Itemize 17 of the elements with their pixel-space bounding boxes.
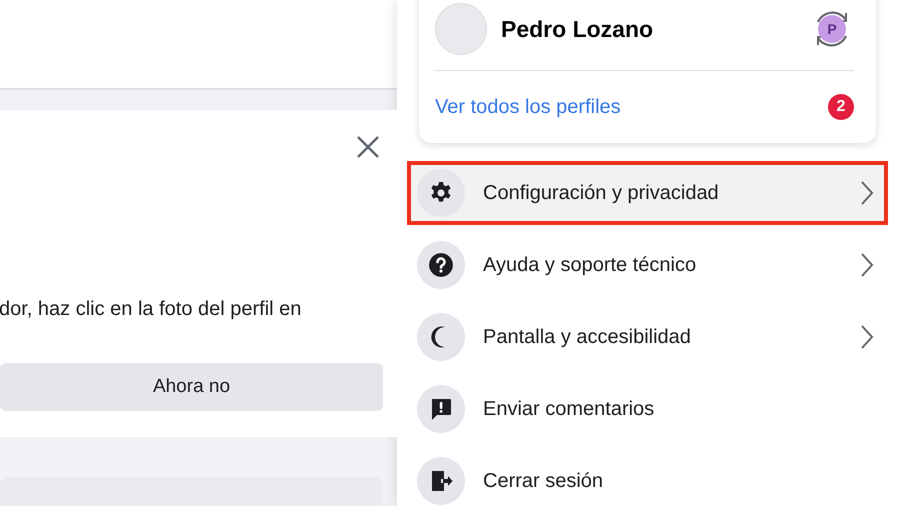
feedback-icon — [417, 385, 465, 433]
menu-item[interactable]: Enviar comentarios — [411, 381, 884, 437]
avatar-thumbnail — [435, 3, 487, 55]
close-icon[interactable] — [355, 134, 381, 160]
gear-icon — [417, 169, 465, 217]
menu-item[interactable]: Configuración y privacidad — [411, 165, 884, 221]
moon-icon — [417, 313, 465, 361]
see-all-profiles-link[interactable]: Ver todos los perfiles — [435, 96, 828, 118]
not-now-button[interactable]: Ahora no — [0, 363, 383, 411]
profile-name: Pedro Lozano — [501, 16, 654, 42]
menu-item[interactable]: Cerrar sesión — [411, 453, 884, 506]
menu-item[interactable]: Ayuda y soporte técnico — [411, 237, 884, 293]
logout-icon — [417, 457, 465, 505]
question-icon — [417, 241, 465, 289]
menu-item[interactable]: Pantalla y accesibilidad — [411, 309, 884, 365]
notification-badge: 2 — [828, 94, 854, 120]
dialog-text: dor, haz clic en la foto del perfil en — [0, 298, 302, 321]
